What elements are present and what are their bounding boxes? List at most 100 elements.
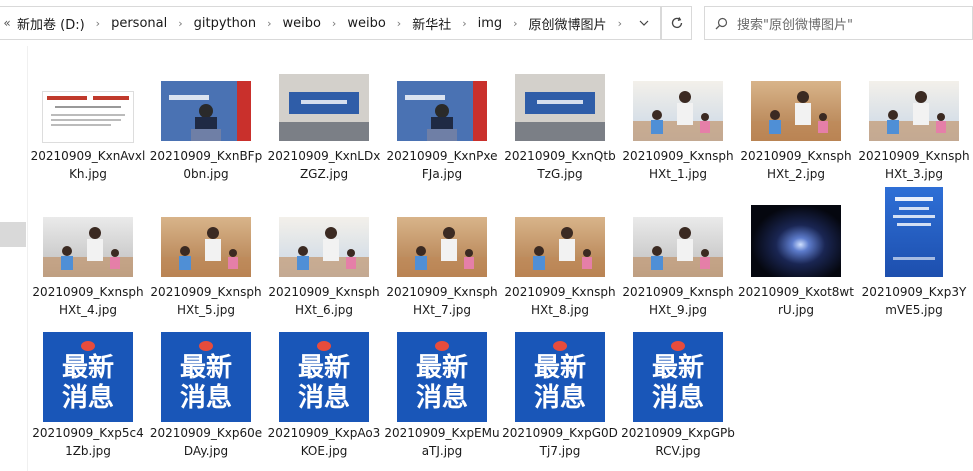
file-name: 20210909_KxnsphHXt_1.jpg <box>622 149 734 181</box>
breadcrumb-item[interactable]: weibo <box>344 16 388 31</box>
thumbnail-overlay-text: 最新 消息 <box>633 332 723 422</box>
thumbnail-image <box>43 217 133 277</box>
thumbnail-image <box>397 81 487 141</box>
file-name: 20210909_Kxp60eDAy.jpg <box>149 426 263 458</box>
breadcrumb-chevron-icon[interactable]: › <box>454 17 474 30</box>
thumbnail-image <box>42 91 134 143</box>
file-item[interactable]: 最新 消息 20210909_KxpG0DTj7.jpg <box>502 332 618 458</box>
file-item[interactable]: 最新 消息 20210909_Kxp60eDAy.jpg <box>148 332 264 458</box>
overlay-line: 最新 <box>533 353 586 383</box>
thumbnail-image <box>515 217 605 277</box>
breadcrumb-item[interactable]: weibo <box>279 16 323 31</box>
file-name: 20210909_Kxp3YmVE5.jpg <box>861 285 967 317</box>
file-name: 20210909_KxnsphHXt_2.jpg <box>740 149 852 181</box>
file-item[interactable]: 20210909_KxnPxeFJa.jpg <box>384 81 500 196</box>
file-item[interactable]: 20210909_KxnAvxlKh.jpg <box>30 86 146 196</box>
file-name: 20210909_KxnsphHXt_8.jpg <box>504 285 616 317</box>
file-item[interactable]: 20210909_KxnsphHXt_9.jpg <box>620 217 736 332</box>
thumbnail-image: 最新 消息 <box>515 332 605 422</box>
file-item[interactable]: 最新 消息 20210909_KxpGPbRCV.jpg <box>620 332 736 458</box>
thumbnail-overlay-text: 最新 消息 <box>279 332 369 422</box>
file-item[interactable]: 20210909_Kxp3YmVE5.jpg <box>856 187 972 332</box>
file-item[interactable]: 20210909_KxnsphHXt_5.jpg <box>148 217 264 332</box>
file-item[interactable]: 20210909_KxnQtbTzG.jpg <box>502 74 618 196</box>
breadcrumb-item[interactable]: personal <box>108 16 170 31</box>
file-item[interactable]: 20210909_KxnsphHXt_2.jpg <box>738 81 854 196</box>
file-item[interactable]: 20210909_KxnsphHXt_7.jpg <box>384 217 500 332</box>
thumbnail-image <box>885 187 943 277</box>
overlay-line: 消息 <box>297 383 350 413</box>
thumbnail-image: 最新 消息 <box>279 332 369 422</box>
file-item[interactable]: 最新 消息 20210909_KxpEMuaTJ.jpg <box>384 332 500 458</box>
thumbnail-image <box>161 217 251 277</box>
chevron-down-icon <box>639 20 649 26</box>
search-icon <box>705 17 737 30</box>
overlay-line: 最新 <box>651 353 704 383</box>
file-name: 20210909_KxnsphHXt_4.jpg <box>32 285 144 317</box>
file-name: 20210909_KxpG0DTj7.jpg <box>502 426 618 458</box>
file-name: 20210909_Kxp5c41Zb.jpg <box>32 426 144 458</box>
overflow-chevron-icon[interactable]: « <box>0 16 14 30</box>
navigation-pane[interactable] <box>0 46 28 471</box>
file-name: 20210909_KxpEMuaTJ.jpg <box>384 426 500 458</box>
breadcrumb-chevron-icon[interactable]: › <box>505 17 525 30</box>
thumbnail-overlay-text: 最新 消息 <box>397 332 487 422</box>
breadcrumb-item[interactable]: img <box>475 16 506 31</box>
breadcrumb-item[interactable]: 新加卷 (D:) <box>14 14 88 33</box>
breadcrumb-chevron-icon[interactable]: › <box>259 17 279 30</box>
thumbnail-image <box>161 81 251 141</box>
thumbnail-overlay-text: 最新 消息 <box>161 332 251 422</box>
overlay-line: 最新 <box>61 353 114 383</box>
thumbnail-image: 最新 消息 <box>43 332 133 422</box>
file-item[interactable]: 最新 消息 20210909_KxpAo3KOE.jpg <box>266 332 382 458</box>
file-item[interactable]: 20210909_KxnsphHXt_4.jpg <box>30 217 146 332</box>
thumbnail-image <box>751 205 841 277</box>
file-name: 20210909_KxnsphHXt_7.jpg <box>386 285 498 317</box>
file-item[interactable]: 20210909_Kxot8wtrU.jpg <box>738 205 854 332</box>
thumbnail-overlay-text: 最新 消息 <box>515 332 605 422</box>
address-bar[interactable]: « 新加卷 (D:) › personal › gitpython › weibo › weib… <box>0 6 661 40</box>
file-name: 20210909_KxpGPbRCV.jpg <box>621 426 735 458</box>
thumbnail-image <box>397 217 487 277</box>
overlay-line: 最新 <box>297 353 350 383</box>
overlay-line: 最新 <box>179 353 232 383</box>
breadcrumb-chevron-icon[interactable]: › <box>88 17 108 30</box>
file-name: 20210909_KxnAvxlKh.jpg <box>30 149 146 181</box>
file-item[interactable]: 20210909_KxnsphHXt_8.jpg <box>502 217 618 332</box>
thumbnail-image: 最新 消息 <box>397 332 487 422</box>
file-name: 20210909_KxnBFp0bn.jpg <box>149 149 263 181</box>
file-item[interactable]: 20210909_KxnsphHXt_6.jpg <box>266 217 382 332</box>
file-item[interactable]: 20210909_KxnsphHXt_3.jpg <box>856 81 972 196</box>
file-name: 20210909_KxnsphHXt_9.jpg <box>622 285 734 317</box>
thumbnail-image <box>869 81 959 141</box>
breadcrumb-item[interactable]: 原创微博图片 <box>526 14 610 33</box>
breadcrumb-chevron-icon[interactable]: › <box>389 17 409 30</box>
file-name: 20210909_KxnsphHXt_3.jpg <box>858 149 970 181</box>
overlay-line: 消息 <box>415 383 468 413</box>
thumbnail-image: 最新 消息 <box>633 332 723 422</box>
breadcrumb-item[interactable]: 新华社 <box>409 14 454 33</box>
overlay-line: 消息 <box>61 383 114 413</box>
file-item[interactable]: 20210909_KxnLDxZGZ.jpg <box>266 74 382 196</box>
search-placeholder: 搜索"原创微博图片" <box>737 17 853 33</box>
file-item[interactable]: 最新 消息 20210909_Kxp5c41Zb.jpg <box>30 332 146 458</box>
search-box[interactable]: 搜索"原创微博图片" <box>704 6 973 40</box>
breadcrumb-chevron-icon[interactable]: › <box>324 17 344 30</box>
thumbnail-image <box>633 81 723 141</box>
refresh-button[interactable] <box>661 6 692 40</box>
file-name: 20210909_KxnLDxZGZ.jpg <box>267 149 381 181</box>
file-name: 20210909_KxpAo3KOE.jpg <box>267 426 381 458</box>
thumbnail-image <box>633 217 723 277</box>
file-name: 20210909_KxnQtbTzG.jpg <box>504 149 616 181</box>
file-item[interactable]: 20210909_KxnsphHXt_1.jpg <box>620 81 736 196</box>
file-item[interactable]: 20210909_KxnBFp0bn.jpg <box>148 81 264 196</box>
address-dropdown-button[interactable] <box>627 6 661 40</box>
thumbnail-overlay-text: 最新 消息 <box>43 332 133 422</box>
navigation-selected-item[interactable] <box>0 222 26 247</box>
breadcrumb-item[interactable]: gitpython <box>191 16 259 31</box>
thumbnail-image <box>279 217 369 277</box>
breadcrumb-chevron-icon[interactable]: › <box>170 17 190 30</box>
file-name: 20210909_KxnPxeFJa.jpg <box>386 149 498 181</box>
file-name: 20210909_Kxot8wtrU.jpg <box>738 285 854 317</box>
overlay-line: 最新 <box>415 353 468 383</box>
